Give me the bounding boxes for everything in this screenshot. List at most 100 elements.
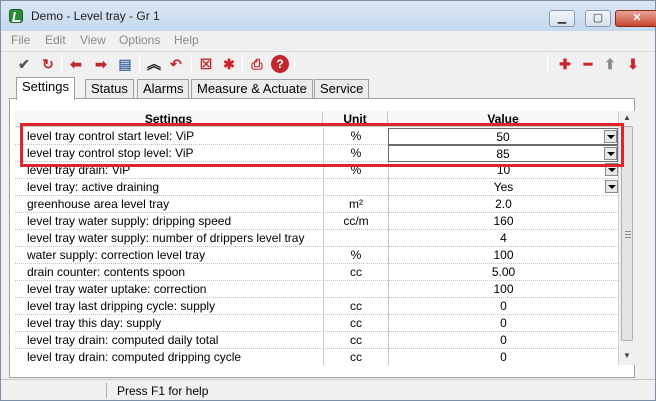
setting-value[interactable]: 10 (388, 162, 618, 179)
title-bar[interactable]: Demo - Level tray - Gr 1 ▁ ▢ ✕ (1, 1, 656, 31)
table-row[interactable]: level tray control stop level: ViP% 85 (15, 145, 618, 162)
status-help-text: Press F1 for help (117, 384, 209, 398)
setting-name: level tray drain: computed daily total (27, 333, 219, 347)
setting-value[interactable]: 4 (388, 230, 618, 247)
refresh-icon[interactable]: ↻ (39, 55, 57, 73)
table-row[interactable]: level tray water uptake: correction 100 (15, 281, 618, 298)
printer-icon[interactable]: ⎙ (248, 55, 266, 73)
minimize-button[interactable]: ▁ (549, 10, 575, 27)
close-button[interactable]: ✕ (615, 10, 656, 27)
header-unit[interactable]: Unit (323, 111, 388, 127)
table-row[interactable]: level tray this day: supply cc 0 (15, 315, 618, 332)
setting-value[interactable]: 50 (388, 128, 618, 145)
setting-name: level tray drain: computed dripping cycl… (27, 350, 242, 364)
setting-value-text: Yes (493, 180, 514, 194)
header-settings[interactable]: Settings (15, 111, 323, 127)
setting-value-text: 10 (496, 163, 511, 177)
toolbar-separator (294, 55, 295, 73)
table-row[interactable]: level tray control start level: ViP% 50 (15, 128, 618, 145)
delete-box-icon[interactable]: ☒ (197, 55, 215, 73)
table-row[interactable]: level tray water supply: number of dripp… (15, 230, 618, 247)
scroll-up-icon[interactable]: ▲ (620, 111, 634, 125)
minus-icon[interactable]: ━ (579, 55, 597, 73)
tab-service[interactable]: Service (314, 79, 370, 99)
setting-value[interactable]: 100 (388, 281, 618, 298)
setting-value-text: 100 (493, 282, 514, 296)
menu-file[interactable]: File (11, 33, 30, 47)
table-row[interactable]: drain counter: contents spoon cc 5.00 (15, 264, 618, 281)
setting-unit: cc (323, 332, 388, 349)
arrow-right-icon[interactable]: ➡ (92, 55, 110, 73)
plus-icon[interactable]: ✚ (556, 55, 574, 73)
close-icon: ✕ (632, 12, 642, 24)
header-value[interactable]: Value (388, 111, 618, 127)
tab-alarms[interactable]: Alarms (137, 79, 190, 99)
dropdown-arrow-icon[interactable] (604, 147, 617, 160)
table-row[interactable]: water supply: correction level tray% 100 (15, 247, 618, 264)
setting-unit: % (323, 162, 388, 179)
setting-name: drain counter: contents spoon (27, 265, 186, 279)
dropdown-arrow-icon[interactable] (605, 163, 618, 176)
table-row[interactable]: level tray drain: computed dripping cycl… (15, 349, 618, 365)
setting-name: water supply: correction level tray (27, 248, 206, 262)
toolbar: ✔ ↻ ⬅ ➡ ▤ ︽ ↶ ☒ ✱ ⎙? ✚ ━ ⬆ ⬇ (1, 51, 655, 75)
asterisk-icon[interactable]: ✱ (220, 55, 238, 73)
dropdown-arrow-icon[interactable] (604, 130, 617, 143)
setting-value[interactable]: 0 (388, 349, 618, 365)
table-icon[interactable]: ▤ (116, 55, 134, 73)
vertical-scrollbar[interactable]: ▲ ▼ (618, 111, 635, 365)
arrow-down-icon[interactable]: ⬇ (624, 55, 642, 73)
table-row[interactable]: greenhouse area level tray m² 2.0 (15, 196, 618, 213)
maximize-icon: ▢ (592, 12, 604, 24)
check-icon[interactable]: ✔ (15, 55, 33, 73)
toolbar-separator (61, 55, 62, 73)
menu-view[interactable]: View (80, 33, 106, 47)
setting-name: level tray this day: supply (27, 316, 162, 330)
table-row[interactable]: level tray last dripping cycle: supply cc… (15, 298, 618, 315)
settings-grid: Settings Unit Value level tray control s… (15, 111, 618, 365)
setting-value-text: 0 (500, 299, 507, 313)
menu-help[interactable]: Help (174, 33, 199, 47)
tab-measure-actuate[interactable]: Measure & Actuate (191, 79, 313, 99)
tab-settings[interactable]: Settings (16, 77, 75, 100)
menu-bar: File Edit View Options Help (1, 31, 655, 51)
status-segment (7, 383, 107, 398)
menu-options[interactable]: Options (119, 33, 160, 47)
setting-value-text: 85 (496, 147, 510, 161)
help-icon[interactable]: ? (271, 55, 289, 73)
dropdown-arrow-icon[interactable] (605, 180, 618, 193)
table-row[interactable]: level tray: active draining Yes (15, 179, 618, 196)
setting-value-text: 0 (500, 316, 507, 330)
setting-value[interactable]: 0 (388, 332, 618, 349)
setting-value[interactable]: 0 (388, 298, 618, 315)
maximize-button[interactable]: ▢ (585, 10, 611, 27)
scroll-down-icon[interactable]: ▼ (620, 349, 634, 363)
table-row[interactable]: level tray drain: computed daily total cc… (15, 332, 618, 349)
setting-name: greenhouse area level tray (27, 197, 170, 211)
collapse-up-icon[interactable]: ︽ (145, 55, 163, 73)
setting-unit: cc (323, 349, 388, 365)
setting-value-text: 5.00 (491, 265, 516, 279)
setting-unit: cc (323, 264, 388, 281)
setting-value[interactable]: 5.00 (388, 264, 618, 281)
setting-name: level tray control start level: ViP (27, 129, 195, 143)
menu-edit[interactable]: Edit (45, 33, 66, 47)
app-logo-icon (9, 9, 23, 23)
undo-icon[interactable]: ↶ (167, 55, 185, 73)
table-row[interactable]: level tray drain: ViP% 10 (15, 162, 618, 179)
scroll-thumb[interactable] (621, 126, 633, 341)
arrow-left-icon[interactable]: ⬅ (67, 55, 85, 73)
setting-name: level tray last dripping cycle: supply (27, 299, 216, 313)
minimize-icon: ▁ (557, 12, 567, 24)
arrow-up-icon[interactable]: ⬆ (601, 55, 619, 73)
setting-value-text: 50 (496, 130, 510, 144)
setting-unit: cc/m (323, 213, 388, 230)
setting-value[interactable]: 0 (388, 315, 618, 332)
setting-value[interactable]: 100 (388, 247, 618, 264)
table-row[interactable]: level tray water supply: dripping speed c… (15, 213, 618, 230)
setting-value[interactable]: Yes (388, 179, 618, 196)
tab-status[interactable]: Status (85, 79, 134, 99)
setting-value[interactable]: 85 (388, 145, 618, 162)
setting-value[interactable]: 2.0 (388, 196, 618, 213)
setting-value[interactable]: 160 (388, 213, 618, 230)
